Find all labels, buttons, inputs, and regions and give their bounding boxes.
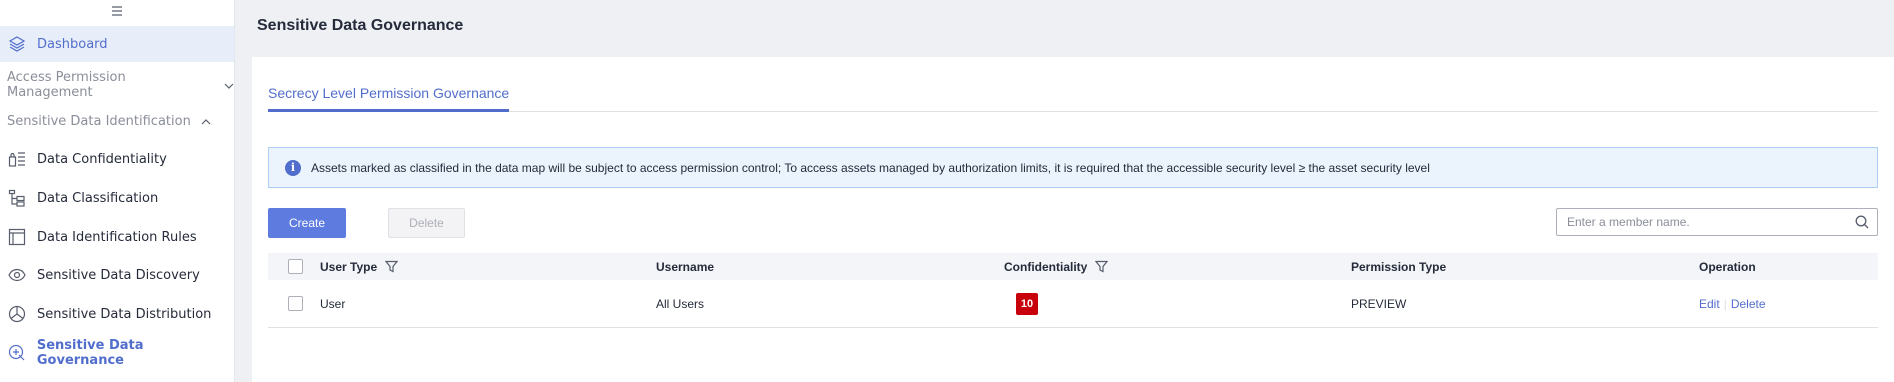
- row-checkbox[interactable]: [288, 296, 303, 311]
- eye-scan-icon: [7, 265, 27, 285]
- confidentiality-icon: [7, 149, 27, 169]
- sidebar-item-sensitive-data-distribution[interactable]: Sensitive Data Distribution: [0, 295, 234, 333]
- sidebar-group-sensitive-identification[interactable]: Sensitive Data Identification: [0, 106, 234, 136]
- chevron-up-icon: [201, 114, 211, 129]
- sidebar-item-label: Data Confidentiality: [37, 151, 167, 167]
- create-button[interactable]: Create: [268, 208, 346, 238]
- main-card: Secrecy Level Permission Governance i As…: [252, 57, 1894, 382]
- sidebar-item-label: Sensitive Data Distribution: [37, 306, 212, 322]
- column-operation: Operation: [1699, 259, 1756, 274]
- column-label: Confidentiality: [1004, 259, 1088, 274]
- sidebar-group-label: Sensitive Data Identification: [7, 113, 191, 129]
- info-icon: i: [285, 159, 301, 176]
- page-header: Sensitive Data Governance: [236, 0, 1894, 52]
- table-row: User All Users 10 PREVIEW Edit | Delete: [268, 280, 1878, 328]
- confidentiality-badge: 10: [1016, 292, 1038, 315]
- tab-bar: Secrecy Level Permission Governance: [268, 73, 1878, 112]
- info-alert: i Assets marked as classified in the dat…: [268, 147, 1878, 188]
- menu-collapse-icon[interactable]: [0, 0, 234, 22]
- delete-link[interactable]: Delete: [1731, 297, 1766, 311]
- sidebar-item-label: Data Classification: [37, 190, 159, 206]
- sidebar-item-data-confidentiality[interactable]: Data Confidentiality: [0, 140, 234, 178]
- cell-confidentiality: 10: [1016, 292, 1038, 315]
- sidebar-item-label: Sensitive Data Discovery: [37, 267, 200, 283]
- sidebar-item-label: Sensitive Data Governance: [36, 338, 144, 368]
- column-confidentiality: Confidentiality: [1004, 259, 1109, 274]
- cell-operation: Edit | Delete: [1699, 297, 1766, 311]
- sidebar-item-data-identification-rules[interactable]: Data Identification Rules: [0, 218, 234, 256]
- cell-permission-type: PREVIEW: [1351, 296, 1407, 311]
- sidebar: Dashboard Access Permission Management S…: [0, 0, 235, 382]
- classification-tree-icon: [7, 188, 27, 208]
- governance-shield-icon: [7, 343, 27, 363]
- pie-chart-icon: [7, 304, 27, 324]
- sidebar-item-sensitive-data-discovery[interactable]: Sensitive Data Discovery: [0, 256, 234, 294]
- filter-icon[interactable]: [385, 260, 399, 273]
- table-header: User Type Username Confidentiality Permi…: [268, 253, 1878, 280]
- column-permission-type: Permission Type: [1351, 259, 1447, 274]
- member-search: [1556, 208, 1878, 236]
- divider: |: [1723, 296, 1727, 311]
- sidebar-item-label: Data Identification Rules: [37, 229, 197, 245]
- alert-text: Assets marked as classified in the data …: [311, 160, 1430, 175]
- column-user-type: User Type: [320, 259, 399, 274]
- sidebar-item-dashboard[interactable]: Dashboard: [0, 26, 234, 62]
- sidebar-item-sensitive-data-governance[interactable]: Sensitive Data Governance: [0, 334, 234, 372]
- chevron-down-icon: [224, 78, 234, 93]
- sidebar-group-label: Access Permission Management: [7, 70, 126, 100]
- cell-username: All Users: [656, 296, 705, 311]
- page-title: Sensitive Data Governance: [257, 17, 464, 34]
- search-input[interactable]: [1567, 215, 1847, 229]
- select-all-checkbox[interactable]: [288, 259, 303, 274]
- filter-icon[interactable]: [1095, 260, 1109, 273]
- rules-icon: [7, 227, 27, 247]
- toolbar: Create Delete: [268, 208, 1878, 238]
- column-username: Username: [656, 259, 715, 274]
- sidebar-group-access-permission[interactable]: Access Permission Management: [0, 70, 234, 100]
- permission-table: User Type Username Confidentiality Permi…: [268, 253, 1878, 328]
- delete-button[interactable]: Delete: [388, 208, 465, 238]
- column-label: User Type: [320, 259, 378, 274]
- edit-link[interactable]: Edit: [1699, 297, 1720, 311]
- tab-secrecy-level-permission[interactable]: Secrecy Level Permission Governance: [268, 73, 510, 112]
- search-icon[interactable]: [1847, 215, 1877, 229]
- sidebar-item-data-classification[interactable]: Data Classification: [0, 179, 234, 217]
- layers-icon: [7, 34, 27, 54]
- cell-user-type: User: [320, 296, 346, 311]
- sidebar-item-label: Dashboard: [37, 36, 108, 52]
